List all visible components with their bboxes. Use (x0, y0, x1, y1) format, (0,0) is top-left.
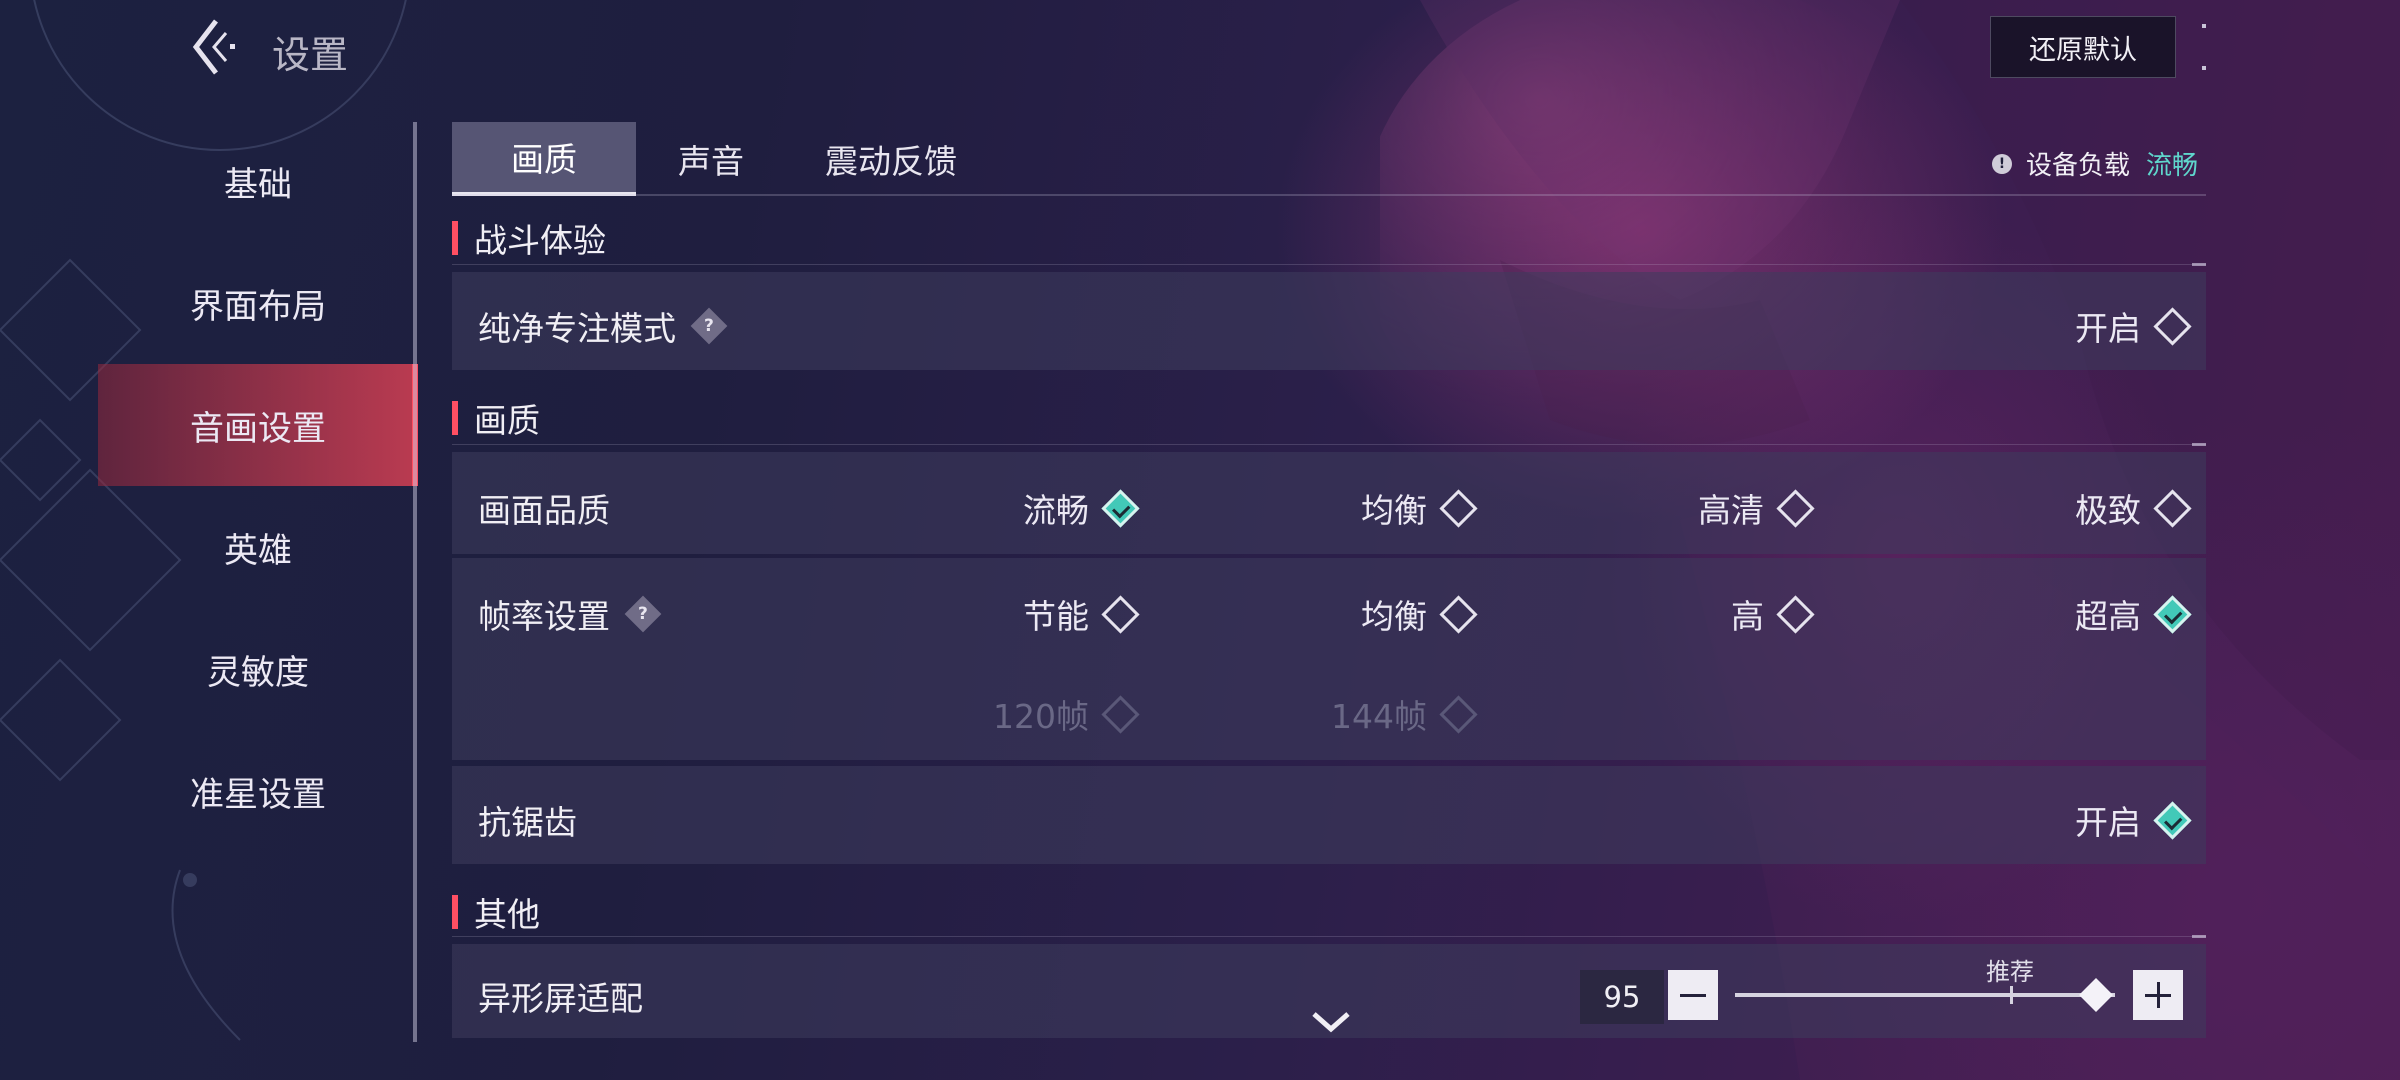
sidebar-item-audio-video[interactable]: 音画设置 (98, 364, 418, 486)
settings-row-pure-focus: 纯净专注模式 ? 开启 (452, 272, 2206, 370)
section-accent-bar (452, 221, 458, 255)
section-accent-bar (452, 895, 458, 929)
diamond-checkbox-icon (1101, 694, 1140, 734)
option-label: 均衡 (1361, 491, 1427, 530)
screen-adapt-label: 异形屏适配 (478, 979, 643, 1018)
option-balanced[interactable]: 均衡 (1361, 484, 1478, 532)
device-load-status: ! 设备负载 流畅 (1992, 145, 2198, 182)
diamond-checkbox-icon (1439, 488, 1478, 528)
diamond-checkbox-icon (2153, 306, 2192, 346)
tab-sound[interactable]: 声音 (636, 122, 786, 196)
tab-underline (452, 194, 2206, 196)
decrease-button[interactable] (1668, 970, 1718, 1020)
diamond-checked-icon (2153, 594, 2192, 634)
option-label: 高 (1731, 597, 1764, 636)
option-label: 节能 (1023, 597, 1089, 636)
frame-rate-label: 帧率设置 (478, 597, 610, 636)
section-divider (452, 935, 2206, 938)
pure-focus-label: 纯净专注模式 (478, 309, 676, 348)
tab-vibration[interactable]: 震动反馈 (786, 122, 996, 196)
sidebar-item-layout[interactable]: 界面布局 (98, 242, 418, 364)
option-high-fps[interactable]: 高 (1731, 590, 1815, 638)
question-diamond-icon[interactable]: ? (624, 595, 662, 633)
option-label: 超高 (2075, 597, 2141, 636)
recommend-label: 推荐 (1986, 958, 2034, 986)
option-120fps[interactable]: 120帧 (993, 690, 1140, 738)
pure-focus-toggle[interactable]: 开启 (2075, 302, 2192, 350)
settings-row-anti-alias: 抗锯齿 开启 (452, 766, 2206, 864)
increase-button[interactable] (2133, 970, 2183, 1020)
option-label: 均衡 (1361, 597, 1427, 636)
section-header-quality: 画质 (452, 398, 540, 440)
anti-alias-label: 抗锯齿 (478, 803, 577, 842)
diamond-checked-icon (2153, 800, 2192, 840)
sidebar: 基础 界面布局 音画设置 英雄 灵敏度 准星设置 (98, 120, 418, 852)
sidebar-item-basic[interactable]: 基础 (98, 120, 418, 242)
minus-icon (1680, 993, 1706, 997)
option-smooth[interactable]: 流畅 (1023, 484, 1140, 532)
sidebar-divider (413, 122, 417, 1042)
option-label: 120帧 (993, 697, 1089, 736)
section-divider (452, 443, 2206, 446)
option-hd[interactable]: 高清 (1698, 484, 1815, 532)
section-title: 其他 (474, 895, 540, 934)
row-label-wrap: 纯净专注模式 ? (478, 302, 728, 350)
diamond-checkbox-icon (1776, 594, 1815, 634)
slider-handle[interactable] (2079, 978, 2113, 1012)
sidebar-item-sensitivity[interactable]: 灵敏度 (98, 608, 418, 730)
settings-row-frame-rate: 帧率设置 ? 节能 均衡 高 超高 120帧 144帧 (452, 558, 2206, 760)
sidebar-item-hero[interactable]: 英雄 (98, 486, 418, 608)
diamond-checkbox-icon (1776, 488, 1815, 528)
anti-alias-toggle[interactable]: 开启 (2075, 796, 2192, 844)
diamond-checked-icon (1101, 488, 1140, 528)
plus-icon-v (2156, 982, 2160, 1008)
back-button[interactable] (188, 14, 238, 80)
device-load-value: 流畅 (2146, 151, 2199, 181)
question-diamond-icon[interactable]: ? (690, 307, 728, 345)
tab-quality[interactable]: 画质 (452, 122, 636, 196)
recommend-tick (2010, 986, 2013, 1004)
diamond-checkbox-icon (1101, 594, 1140, 634)
option-label: 流畅 (1023, 491, 1089, 530)
device-load-label: 设备负载 (2026, 151, 2131, 181)
diamond-checkbox-icon (2153, 488, 2192, 528)
chevron-down-icon[interactable] (1311, 1010, 1351, 1034)
option-label: 开启 (2075, 803, 2141, 842)
option-label: 高清 (1698, 491, 1764, 530)
section-header-other: 其他 (452, 892, 540, 934)
picture-quality-label: 画面品质 (478, 491, 610, 530)
screen-adapt-value: 95 (1580, 970, 1664, 1024)
option-label: 144帧 (1331, 697, 1427, 736)
exclamation-circle-icon: ! (1992, 153, 2012, 174)
decor-dot (2202, 66, 2206, 70)
section-accent-bar (452, 401, 458, 435)
option-balanced-fps[interactable]: 均衡 (1361, 590, 1478, 638)
row-label-wrap: 帧率设置 ? (478, 590, 662, 638)
reset-default-button[interactable]: 还原默认 (1990, 16, 2176, 78)
option-ultra[interactable]: 极致 (2075, 484, 2192, 532)
option-power-save[interactable]: 节能 (1023, 590, 1140, 638)
tab-bar: 画质 声音 震动反馈 (452, 122, 996, 196)
page-title: 设置 (272, 33, 349, 77)
back-arrow-icon (192, 19, 235, 75)
section-title: 画质 (474, 401, 540, 440)
section-header-combat: 战斗体验 (452, 218, 606, 260)
sidebar-item-crosshair[interactable]: 准星设置 (98, 730, 418, 852)
diamond-checkbox-icon (1439, 594, 1478, 634)
option-144fps[interactable]: 144帧 (1331, 690, 1478, 738)
diamond-checkbox-icon (1439, 694, 1478, 734)
section-divider (452, 263, 2206, 266)
section-title: 战斗体验 (474, 221, 606, 260)
option-label: 开启 (2075, 309, 2141, 348)
screen-adapt-slider-track[interactable] (1735, 993, 2115, 997)
decor-dot (2202, 24, 2206, 28)
settings-row-picture-quality: 画面品质 流畅 均衡 高清 极致 (452, 452, 2206, 554)
option-ultra-fps[interactable]: 超高 (2075, 590, 2192, 638)
option-label: 极致 (2075, 491, 2141, 530)
